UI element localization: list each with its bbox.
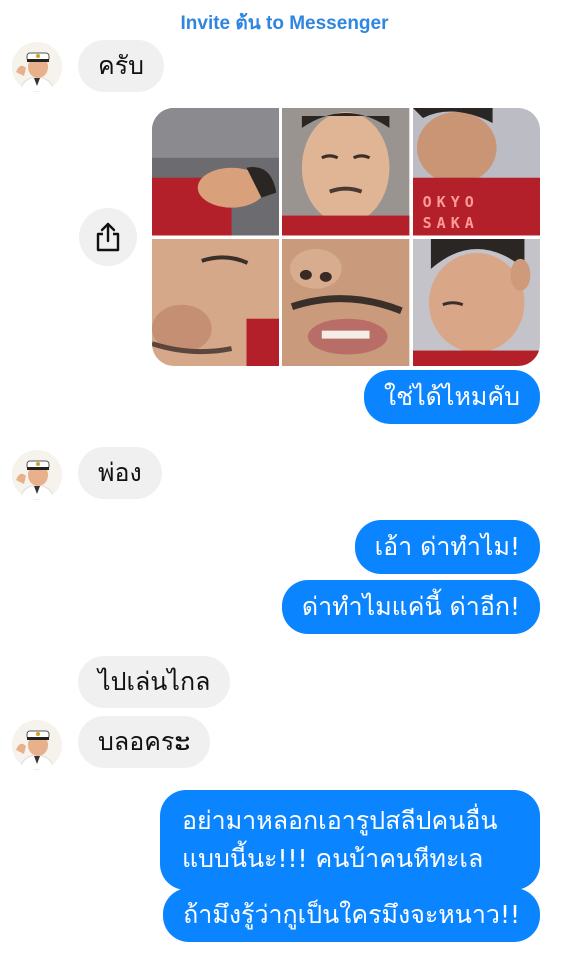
shirt-print-text-line1: OKYO xyxy=(422,193,479,211)
sailor-man-avatar-icon xyxy=(12,42,62,92)
photo-attachment-grid[interactable]: OKYO SAKA xyxy=(152,108,540,366)
contact-avatar[interactable] xyxy=(12,42,62,92)
share-button[interactable] xyxy=(79,208,137,266)
photo-thumbnail[interactable] xyxy=(152,238,280,366)
contact-avatar[interactable] xyxy=(12,450,62,500)
photo-thumbnail[interactable] xyxy=(412,238,540,366)
photo-thumbnail[interactable] xyxy=(282,108,410,236)
message-bubble-incoming: บลอครະ xyxy=(78,716,211,768)
contact-avatar[interactable] xyxy=(12,720,62,770)
message-bubble-incoming: ไปเล่นไกล xyxy=(78,656,231,708)
photo-thumbnail[interactable]: OKYO SAKA xyxy=(412,108,540,236)
message-bubble-incoming: พ่อง xyxy=(78,447,162,499)
invite-to-messenger-link[interactable]: Invite ต้น to Messenger xyxy=(0,8,569,38)
message-bubble-outgoing: เอ้า ด่าทำไม! xyxy=(354,520,540,574)
shirt-print-text-line2: SAKA xyxy=(422,214,479,232)
close-up-face-photo-icon xyxy=(152,238,280,366)
message-bubble-outgoing: ใช่ได้ไหมคับ xyxy=(363,370,540,424)
photo-thumbnail[interactable] xyxy=(282,238,410,366)
sleeping-face-photo-icon xyxy=(412,238,540,366)
nose-mouth-photo-icon xyxy=(282,238,410,366)
share-icon xyxy=(96,222,120,252)
sailor-man-avatar-icon xyxy=(12,720,62,770)
message-bubble-outgoing: ถ้ามึงรู้ว่ากูเป็นใครมึงจะหนาว!! xyxy=(163,888,540,942)
photo-thumbnail[interactable] xyxy=(152,108,280,236)
message-bubble-outgoing: อย่ามาหลอกเอารูปสลีปคนอื่นแบบนี้นะ!!! คน… xyxy=(160,790,540,890)
message-bubble-outgoing: ด่าทำไมแค่นี้ ด่าอีก! xyxy=(281,580,540,634)
sleeping-man-photo-icon xyxy=(152,108,280,236)
sailor-man-avatar-icon xyxy=(12,450,62,500)
man-face-photo-icon xyxy=(282,108,410,236)
message-bubble-incoming: ครับ xyxy=(78,40,165,92)
